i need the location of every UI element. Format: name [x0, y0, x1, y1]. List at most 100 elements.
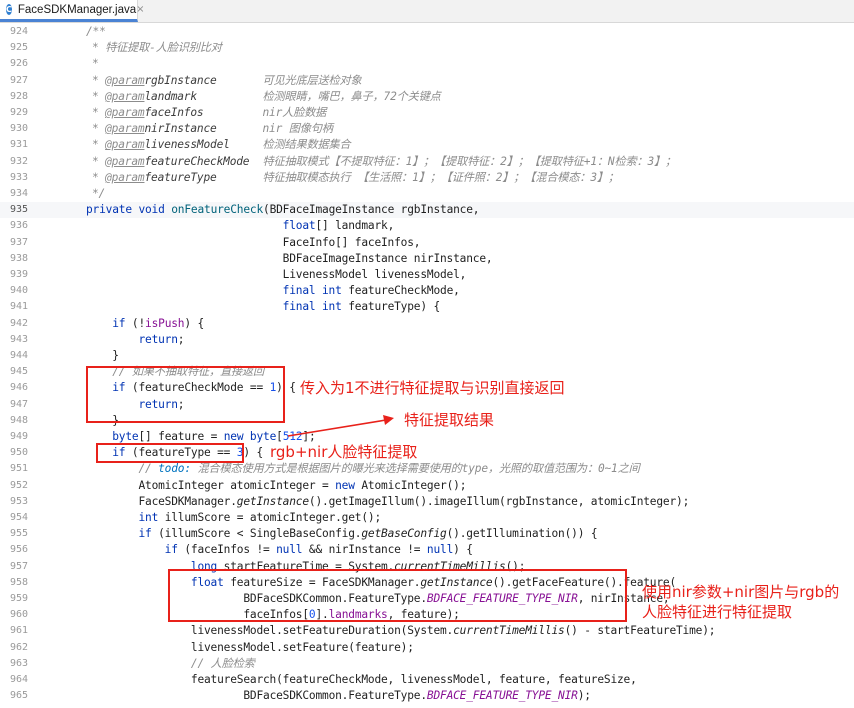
code-text: FaceInfo[] faceInfos,: [86, 235, 421, 251]
code-token: onFeatureCheck: [171, 203, 264, 217]
code-line[interactable]: 935 private void onFeatureCheck(BDFaceIma…: [0, 202, 854, 219]
code-token: ) {: [184, 316, 205, 330]
code-token: * 特征提取-人脸识别比对: [92, 41, 222, 55]
code-token: featureCheckMode,: [348, 284, 460, 298]
code-text: * @paramfeatureCheckMode 特征抽取模式【不提取特征：1】…: [92, 154, 676, 170]
code-token: ) {: [453, 543, 473, 557]
code-line[interactable]: 952 AtomicInteger atomicInteger = new At…: [0, 478, 854, 494]
code-line[interactable]: 954 int illumScore = atomicInteger.get()…: [0, 510, 854, 526]
line-number: 959: [9, 593, 28, 604]
code-line[interactable]: 927 * @paramrgbInstance 可见光底层送检对象: [0, 73, 854, 89]
code-line[interactable]: 931 * @paramlivenessModel 检测结果数据集合: [0, 137, 854, 153]
editor-tab-bar: C FaceSDKManager.java ×: [0, 0, 854, 23]
code-token: *: [92, 89, 106, 103]
code-line[interactable]: 930 * @paramnirInstance nir 图像句柄: [0, 121, 854, 137]
code-token: ().getIllumination()) {: [446, 527, 598, 541]
code-text: * @paramnirInstance nir 图像句柄: [92, 121, 333, 137]
annotation-nir-params-line2: 人脸特征进行特征提取: [642, 603, 793, 621]
code-text: float[] landmark,: [86, 218, 395, 234]
line-number: 946: [9, 382, 28, 394]
line-number: 925: [9, 42, 28, 54]
code-token: @param: [105, 138, 145, 152]
code-token: @param: [105, 122, 145, 136]
code-text: // todo: 混合模态使用方式是根据图片的曝光来选择需要使用的type，光照…: [86, 461, 639, 477]
code-token: *: [92, 154, 106, 168]
code-line[interactable]: 938 BDFaceImageInstance nirInstance,: [0, 251, 854, 267]
code-token: nirInstance: [144, 122, 263, 136]
tab-facesdkmanager-java[interactable]: C FaceSDKManager.java ×: [0, 0, 145, 22]
code-token: FaceSDKManager.: [138, 494, 237, 508]
code-text: // 人脸检索: [86, 656, 255, 672]
code-token: 特征抽取模式【不提取特征：1】；【提取特征：2】；【提取特征+1：N检索：3】；: [262, 154, 677, 168]
line-number: 963: [9, 657, 28, 669]
code-token: BDFaceSDKCommon.FeatureType.: [243, 689, 427, 703]
code-text: * @paramrgbInstance 可见光底层送检对象: [92, 73, 362, 89]
code-line[interactable]: 944 }: [0, 348, 854, 364]
annotation-box-early-return: [86, 366, 285, 423]
code-token: ) {: [243, 446, 264, 460]
line-number: 944: [9, 350, 28, 361]
line-number: 936: [9, 220, 28, 232]
code-line[interactable]: 953 FaceSDKManager.getInstance().getImag…: [0, 494, 854, 510]
code-token: final int: [282, 300, 349, 314]
code-line[interactable]: 924 /**: [0, 24, 854, 40]
line-number: 955: [9, 528, 28, 540]
code-text: }: [86, 348, 119, 364]
line-number: 926: [9, 58, 28, 70]
code-line[interactable]: 956 if (faceInfos != null && nirInstance…: [0, 542, 854, 558]
line-number: 960: [9, 609, 28, 621]
code-token: featureCheckMode: [144, 154, 263, 168]
code-token: ;: [177, 332, 185, 346]
code-line[interactable]: 933 * @paramfeatureType 特征抽取模态执行 【生活照：1】；…: [0, 170, 854, 186]
code-text: final int featureCheckMode,: [86, 283, 460, 299]
code-line[interactable]: 965 BDFaceSDKCommon.FeatureType.BDFACE_F…: [0, 688, 854, 704]
code-token: if: [112, 316, 132, 330]
line-number: 932: [9, 155, 28, 167]
code-token: null: [276, 543, 309, 557]
code-line[interactable]: 961 livenessModel.setFeatureDuration(Sys…: [0, 623, 854, 639]
code-token: );: [577, 689, 591, 703]
code-token: BDFACE_FEATURE_TYPE_NIR: [426, 689, 578, 703]
line-number: 961: [9, 625, 28, 637]
code-text: livenessModel.setFeatureDuration(System.…: [86, 623, 716, 639]
code-line[interactable]: 928 * @paramlandmark 检测眼睛，嘴巴，鼻子，72个关键点: [0, 89, 854, 105]
code-line[interactable]: 934 */: [0, 186, 854, 202]
code-line[interactable]: 932 * @paramfeatureCheckMode 特征抽取模式【不提取特征…: [0, 154, 854, 170]
line-number: 954: [9, 512, 28, 523]
close-icon[interactable]: ×: [136, 4, 144, 15]
code-line[interactable]: 964 featureSearch(featureCheckMode, live…: [0, 672, 854, 688]
code-text: private void onFeatureCheck(BDFaceImageI…: [86, 202, 480, 218]
code-line[interactable]: 942 if (!isPush) {: [0, 316, 854, 332]
code-token: && nirInstance !=: [308, 543, 427, 557]
code-line[interactable]: 963 // 人脸检索: [0, 656, 854, 672]
code-line[interactable]: 939 LivenessModel livenessModel,: [0, 267, 854, 283]
code-line[interactable]: 940 final int featureCheckMode,: [0, 283, 854, 299]
code-token: private void: [86, 203, 172, 217]
code-line[interactable]: 955 if (illumScore < SingleBaseConfig.ge…: [0, 526, 854, 542]
code-line[interactable]: 926 *: [0, 56, 854, 72]
code-token: featureType: [144, 170, 263, 184]
code-line[interactable]: 937 FaceInfo[] faceInfos,: [0, 235, 854, 251]
code-line[interactable]: 936 float[] landmark,: [0, 218, 854, 234]
code-token: () - startFeatureTime);: [564, 624, 716, 638]
code-line[interactable]: 929 * @paramfaceInfos nir人脸数据: [0, 105, 854, 121]
line-number: 942: [9, 317, 28, 329]
code-token: if: [138, 527, 159, 541]
code-text: /**: [86, 24, 106, 40]
code-token: null: [426, 543, 454, 557]
code-token: (faceInfos !=: [184, 543, 277, 557]
code-token: nir人脸数据: [262, 106, 327, 119]
code-token: todo:: [158, 462, 198, 476]
code-line[interactable]: 943 return;: [0, 332, 854, 348]
line-number: 962: [9, 641, 28, 653]
code-line[interactable]: 962 livenessModel.setFeature(feature);: [0, 640, 854, 656]
code-line[interactable]: 941 final int featureType) {: [0, 299, 854, 315]
code-token: /**: [86, 25, 106, 38]
code-line[interactable]: 925 * 特征提取-人脸识别比对: [0, 40, 854, 56]
line-number: 943: [9, 333, 28, 345]
code-line[interactable]: 951 // todo: 混合模态使用方式是根据图片的曝光来选择需要使用的typ…: [0, 461, 854, 477]
code-token: *: [92, 57, 99, 71]
line-number: 965: [9, 690, 28, 702]
code-text: */: [92, 186, 105, 202]
annotation-early-return: 传入为1不进行特征提取与识别直接返回: [300, 379, 565, 397]
